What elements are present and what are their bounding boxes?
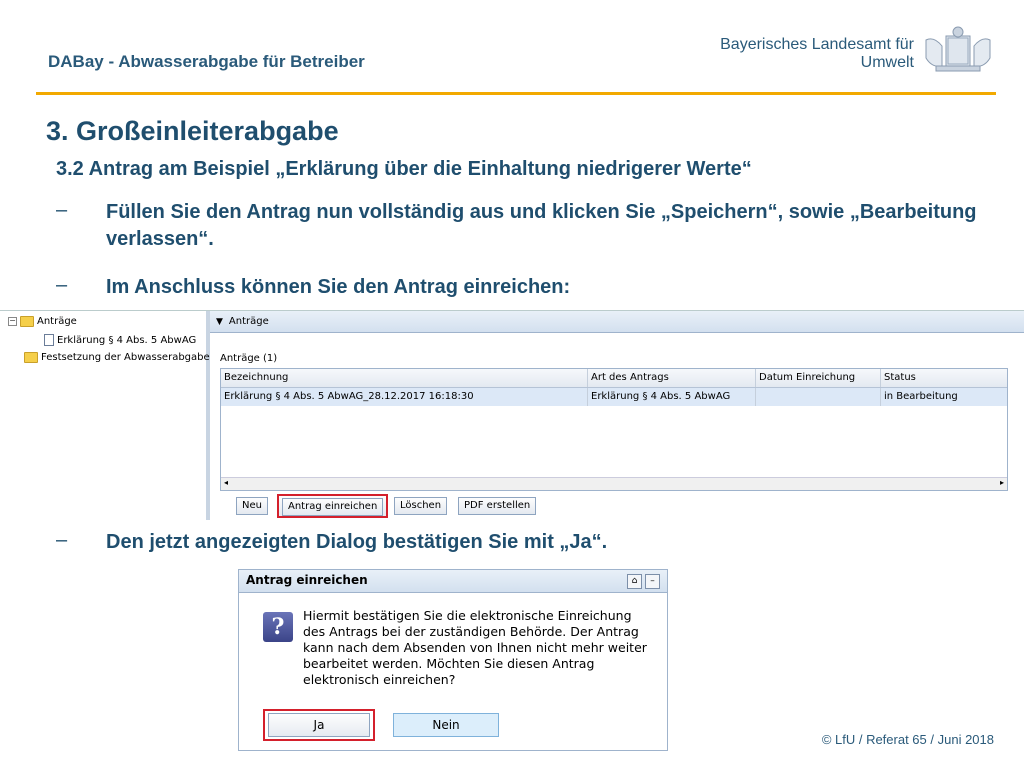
scroll-right-icon[interactable]: ▸	[1000, 478, 1004, 487]
document-icon	[44, 334, 54, 346]
folder-icon	[20, 316, 34, 327]
help-icon[interactable]: ⌂	[627, 574, 642, 589]
scroll-left-icon[interactable]: ◂	[224, 478, 228, 487]
tree-item-label: Erklärung § 4 Abs. 5 AbwAG	[57, 334, 197, 346]
bullet-dash-3: –	[56, 529, 68, 551]
cell-art: Erklärung § 4 Abs. 5 AbwAG	[588, 388, 756, 406]
tree-item-festsetzung[interactable]: Festsetzung der Abwasserabgabe	[24, 352, 210, 363]
bullet-dash-2: –	[56, 274, 68, 296]
cell-datum	[756, 388, 881, 406]
navigation-tree: − Anträge Erklärung § 4 Abs. 5 AbwAG Fes…	[0, 311, 210, 520]
chevron-down-icon[interactable]: ▼	[216, 317, 223, 327]
submit-dialog: Antrag einreichen ⌂ – ? Hiermit bestätig…	[238, 569, 668, 751]
agency-line-1: Bayerisches Landesamt für	[720, 36, 914, 53]
tree-item-label: Festsetzung der Abwasserabgabe	[41, 352, 210, 363]
question-icon: ?	[263, 612, 293, 642]
column-header-status[interactable]: Status	[881, 369, 1007, 387]
cell-bezeichnung: Erklärung § 4 Abs. 5 AbwAG_28.12.2017 16…	[221, 388, 588, 406]
create-pdf-button[interactable]: PDF erstellen	[458, 497, 537, 515]
cell-status: in Bearbeitung	[884, 391, 958, 402]
yes-button[interactable]: Ja	[268, 713, 370, 737]
horizontal-scrollbar[interactable]: ◂ ▸	[221, 477, 1007, 490]
submit-application-button[interactable]: Antrag einreichen	[282, 498, 384, 516]
tree-item-label: Anträge	[37, 316, 77, 327]
bullet-3: Den jetzt angezeigten Dialog bestätigen …	[106, 531, 608, 553]
accent-divider	[36, 92, 996, 95]
delete-button[interactable]: Löschen	[394, 497, 448, 515]
presentation-header-title: DABay - Abwasserabgabe für Betreiber	[48, 52, 365, 71]
tree-item-erklaerung[interactable]: Erklärung § 4 Abs. 5 AbwAG	[44, 334, 196, 346]
dialog-title: Antrag einreichen	[246, 573, 368, 587]
agency-line-2: Umwelt	[860, 54, 914, 71]
bullet-dash-1: –	[56, 199, 68, 221]
antraege-panel: ▼ Anträge Anträge (1) Bezeichnung Art de…	[210, 311, 1024, 520]
column-header-datum[interactable]: Datum Einreichung	[756, 369, 881, 387]
minimize-icon[interactable]: –	[645, 574, 660, 589]
tree-collapse-icon[interactable]: −	[8, 317, 17, 326]
bavarian-coat-of-arms-logo	[925, 26, 991, 72]
dialog-message: Hiermit bestätigen Sie die elektronische…	[303, 608, 647, 687]
no-button[interactable]: Nein	[393, 713, 499, 737]
slide-subtitle: 3.2 Antrag am Beispiel „Erklärung über d…	[56, 158, 752, 180]
panel-header: ▼ Anträge	[210, 311, 1024, 333]
submit-highlight: Antrag einreichen	[277, 494, 389, 518]
folder-icon	[24, 352, 38, 363]
panel-header-title: Anträge	[228, 316, 269, 327]
table-row[interactable]: Erklärung § 4 Abs. 5 AbwAG_28.12.2017 16…	[221, 388, 1007, 406]
dialog-header: Antrag einreichen ⌂ –	[239, 570, 667, 593]
bullet-2: Im Anschluss können Sie den Antrag einre…	[106, 276, 571, 298]
column-header-bezeichnung[interactable]: Bezeichnung	[221, 369, 588, 387]
bullet-1: Füllen Sie den Antrag nun vollständig au…	[106, 201, 977, 250]
agency-name: Bayerisches Landesamt für Umwelt	[720, 36, 914, 72]
column-header-art[interactable]: Art des Antrags	[588, 369, 756, 387]
table-header: Bezeichnung Art des Antrags Datum Einrei…	[221, 369, 1007, 388]
footer-copyright: © LfU / Referat 65 / Juni 2018	[821, 732, 994, 747]
slide-title: 3. Großeinleiterabgabe	[46, 116, 339, 146]
antraege-table: Bezeichnung Art des Antrags Datum Einrei…	[220, 368, 1008, 491]
tree-item-antraege[interactable]: − Anträge	[8, 316, 77, 327]
new-button[interactable]: Neu	[236, 497, 268, 515]
section-label: Anträge (1)	[220, 353, 278, 364]
application-screenshot: − Anträge Erklärung § 4 Abs. 5 AbwAG Fes…	[0, 310, 1024, 520]
